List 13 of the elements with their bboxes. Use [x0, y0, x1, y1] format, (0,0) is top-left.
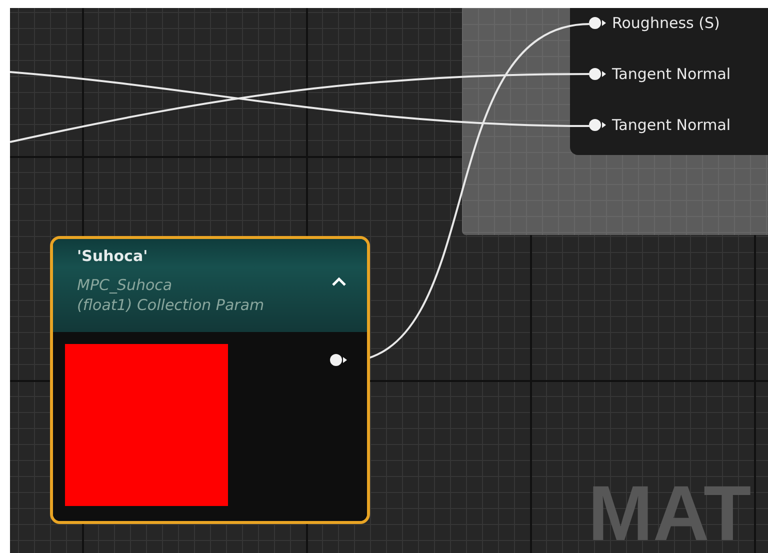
output-pin-icon[interactable] — [329, 353, 349, 367]
input-pin-icon[interactable] — [588, 67, 608, 81]
input-pin-icon[interactable] — [588, 16, 608, 30]
pin-label: Roughness (S) — [612, 14, 720, 32]
node-title: 'Suhoca' — [77, 247, 149, 265]
pin-label: Tangent Normal — [612, 65, 731, 83]
collapse-chevron-icon[interactable] — [331, 277, 347, 287]
result-node[interactable]: Roughness (S) Tangent Normal Tangent Normal — [570, 8, 768, 155]
parameter-node[interactable]: 'Suhoca' MPC_Suhoca (float1) Collection Param — [50, 236, 370, 524]
pin-label: Tangent Normal — [612, 116, 731, 134]
node-subtitle: MPC_Suhoca — [77, 275, 174, 295]
node-subtitle: (float1) Collection Param — [77, 295, 264, 315]
input-pin-icon[interactable] — [588, 118, 608, 132]
